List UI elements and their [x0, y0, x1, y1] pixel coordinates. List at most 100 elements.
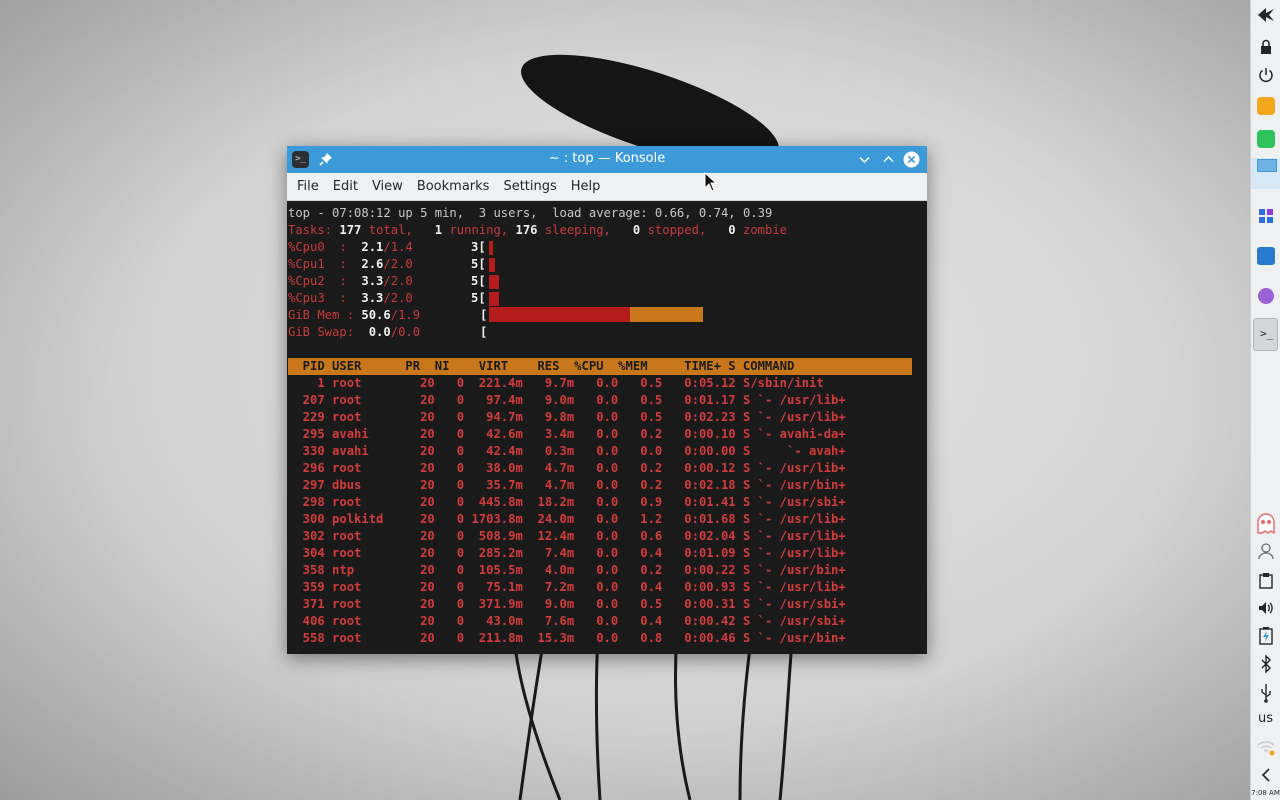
cpu-sys: /2.0 — [383, 257, 413, 271]
keyboard-layout-indicator[interactable]: us — [1251, 711, 1280, 726]
konsole-icon[interactable]: >_ — [1253, 318, 1278, 351]
process-mem: 0.5 — [618, 393, 663, 407]
minimize-button[interactable] — [856, 151, 873, 168]
process-user: root — [332, 495, 406, 509]
lock-icon[interactable] — [1258, 39, 1274, 55]
menu-file[interactable]: File — [290, 173, 326, 201]
maximize-button[interactable] — [880, 151, 897, 168]
process-command: `- avah+ — [750, 444, 846, 458]
wifi-icon[interactable] — [1256, 738, 1276, 756]
process-user: avahi — [332, 427, 406, 441]
window-titlebar[interactable]: >_ ~ : top — Konsole — [287, 146, 927, 173]
process-time: 0:00.22 — [662, 563, 736, 577]
process-row: 371 root 20 0 371.9m 9.0m 0.0 0.5 0:00.3… — [288, 596, 846, 613]
process-time: 0:01.68 — [662, 512, 736, 526]
process-s: S — [735, 478, 751, 492]
summary-load: 0.66, 0.74, 0.39 — [654, 206, 773, 220]
process-ni: 0 — [434, 563, 465, 577]
process-cpu: 0.0 — [574, 478, 619, 492]
process-s: S — [735, 512, 751, 526]
kde-menu-icon[interactable] — [1256, 6, 1276, 24]
process-pr: 20 — [405, 444, 435, 458]
process-row: 297 dbus 20 0 35.7m 4.7m 0.0 0.2 0:02.18… — [288, 477, 846, 494]
process-command: `- /usr/sbi+ — [750, 614, 846, 628]
usb-icon[interactable] — [1259, 683, 1273, 703]
tasks-zombie: 0 — [728, 223, 736, 237]
process-virt: 94.7m — [464, 410, 523, 424]
process-virt: 211.8m — [464, 631, 523, 645]
process-pr: 20 — [405, 478, 435, 492]
menu-bookmarks[interactable]: Bookmarks — [410, 173, 497, 201]
notes-icon[interactable] — [1257, 97, 1275, 115]
close-button[interactable] — [903, 151, 920, 168]
terminal-output[interactable]: top - 07:08:12 up 5 min, 3 users, load a… — [287, 203, 927, 654]
process-res: 24.0m — [522, 512, 575, 526]
clock[interactable]: 7:08 AM — [1251, 789, 1280, 797]
clipboard-icon[interactable] — [1258, 572, 1274, 589]
process-user: root — [332, 529, 406, 543]
process-virt: 105.5m — [464, 563, 523, 577]
cpu-user: 2.1 — [361, 240, 384, 254]
user-icon[interactable] — [1258, 542, 1274, 560]
collapse-icon[interactable] — [1260, 767, 1272, 783]
swap-value: 0.0 — [368, 325, 391, 339]
process-res: 4.0m — [522, 563, 575, 577]
process-ni: 0 — [434, 631, 465, 645]
cpu1-bar — [489, 258, 495, 272]
process-s: S — [735, 461, 751, 475]
process-cpu: 0.0 — [574, 495, 619, 509]
process-virt: 75.1m — [464, 580, 523, 594]
cpu2-line: %Cpu2 : 3.3/2.0 — [288, 273, 413, 290]
side-panel: >_ us 7:08 AM — [1250, 0, 1280, 800]
process-command: `- /usr/lib+ — [750, 580, 846, 594]
bluetooth-icon[interactable] — [1260, 655, 1272, 673]
menu-edit[interactable]: Edit — [326, 173, 365, 201]
cpu-sys: /1.4 — [383, 240, 413, 254]
process-s: S — [735, 563, 751, 577]
process-res: 4.7m — [522, 478, 575, 492]
process-pid: 297 — [288, 478, 333, 492]
process-row: 302 root 20 0 508.9m 12.4m 0.0 0.6 0:02.… — [288, 528, 846, 545]
process-mem: 0.5 — [618, 410, 663, 424]
process-s: S — [735, 546, 751, 560]
process-cpu: 0.0 — [574, 376, 619, 390]
window-icon[interactable] — [1257, 159, 1277, 172]
process-res: 0.3m — [522, 444, 575, 458]
process-pr: 20 — [405, 495, 435, 509]
process-ni: 0 — [434, 580, 465, 594]
menu-settings[interactable]: Settings — [496, 173, 563, 201]
volume-icon[interactable] — [1257, 600, 1275, 616]
process-row: 558 root 20 0 211.8m 15.3m 0.0 0.8 0:00.… — [288, 630, 846, 647]
process-pid: 229 — [288, 410, 333, 424]
process-res: 3.4m — [522, 427, 575, 441]
cpu-sys: /2.0 — [383, 291, 413, 305]
file-manager-icon[interactable] — [1257, 247, 1275, 265]
cpu3-count: 5[ — [471, 290, 486, 307]
mem-label: GiB Mem : — [288, 308, 362, 322]
process-pr: 20 — [405, 614, 435, 628]
process-mem: 0.4 — [618, 580, 663, 594]
apps-grid-icon[interactable] — [1258, 208, 1274, 224]
process-cpu: 0.0 — [574, 614, 619, 628]
process-mem: 0.2 — [618, 478, 663, 492]
process-mem: 0.5 — [618, 376, 663, 390]
calculator-icon[interactable] — [1257, 130, 1275, 148]
process-command: `- /usr/lib+ — [750, 410, 846, 424]
process-row: 1 root 20 0 221.4m 9.7m 0.0 0.5 0:05.12 … — [288, 375, 823, 392]
battery-icon[interactable] — [1259, 627, 1273, 645]
menu-view[interactable]: View — [365, 173, 410, 201]
summary-time: 07:08:12 — [332, 206, 391, 220]
discover-icon[interactable] — [1258, 288, 1274, 304]
process-s: S — [735, 529, 751, 543]
ghost-icon[interactable] — [1256, 513, 1276, 535]
process-user: root — [332, 376, 406, 390]
power-icon[interactable] — [1257, 66, 1275, 84]
process-s: S — [735, 393, 751, 407]
mem-line: GiB Mem : 50.6/1.9 — [288, 307, 420, 324]
process-time: 0:02.18 — [662, 478, 736, 492]
process-user: root — [332, 614, 406, 628]
tasks-stopped-label: stopped, — [640, 223, 729, 237]
cpu1-count: 5[ — [471, 256, 486, 273]
cpu-sys: /2.0 — [383, 274, 413, 288]
menu-help[interactable]: Help — [564, 173, 608, 201]
